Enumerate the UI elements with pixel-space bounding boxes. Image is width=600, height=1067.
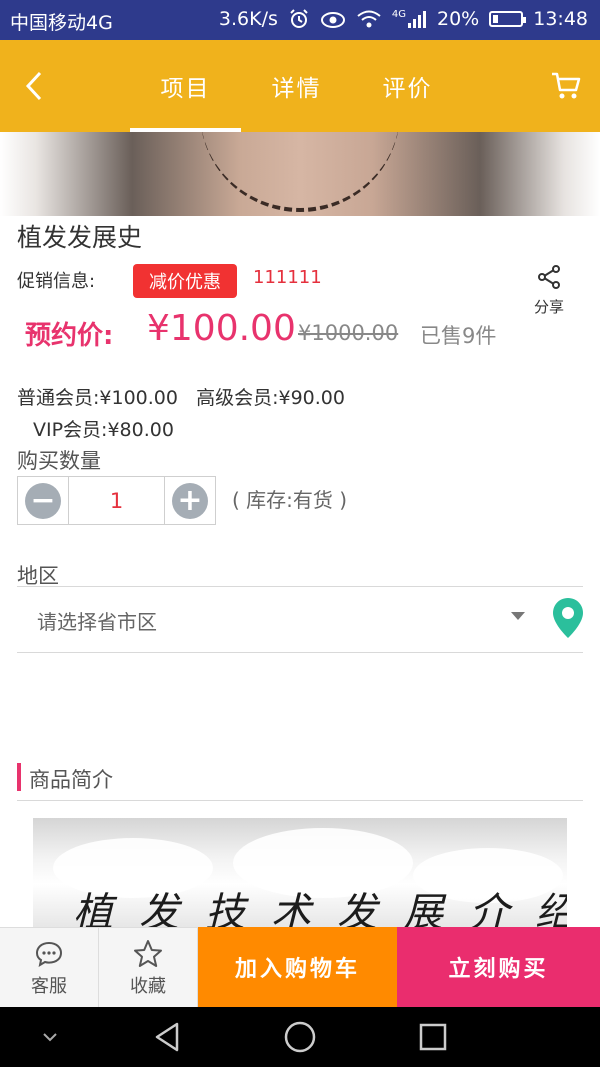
share-icon bbox=[538, 265, 560, 289]
tab-details[interactable]: 详情 bbox=[241, 40, 352, 132]
minus-icon: − bbox=[25, 482, 61, 519]
network-speed: 3.6K/s bbox=[218, 8, 278, 30]
tab-reviews[interactable]: 评价 bbox=[352, 40, 463, 132]
product-title: 植发发展史 bbox=[17, 223, 143, 252]
preorder-label: 预约价: bbox=[25, 321, 114, 351]
clock: 13:48 bbox=[533, 8, 588, 30]
promo-code: 111111 bbox=[253, 267, 322, 288]
quantity-value[interactable]: 1 bbox=[68, 477, 165, 524]
region-placeholder: 请选择省市区 bbox=[37, 610, 157, 634]
network-type: 4G bbox=[391, 9, 406, 20]
nav-back-button[interactable] bbox=[147, 1019, 187, 1055]
customer-service-button[interactable]: 客服 bbox=[0, 927, 99, 1007]
cart-button[interactable] bbox=[546, 64, 586, 108]
sold-count: 已售9件 bbox=[420, 324, 497, 348]
share-button[interactable]: 分享 bbox=[528, 264, 570, 318]
battery-level bbox=[493, 15, 499, 23]
status-bar: 中国移动4G 3.6K/s 4G 20% 13:48 bbox=[0, 0, 600, 40]
calligraphy-text: 植发技术发展介绍 bbox=[73, 890, 567, 928]
location-button[interactable] bbox=[550, 596, 586, 640]
nav-home-button[interactable] bbox=[280, 1019, 320, 1055]
hide-nav-button[interactable] bbox=[30, 1019, 70, 1055]
chevron-left-icon bbox=[25, 71, 42, 101]
bottom-action-bar: 客服 收藏 加入购物车 立刻购买 bbox=[0, 927, 600, 1007]
member-prices: 普通会员:¥100.00 高级会员:¥90.00 bbox=[17, 387, 345, 409]
system-nav-bar bbox=[0, 1007, 600, 1067]
divider bbox=[17, 586, 583, 587]
divider bbox=[17, 652, 583, 653]
star-icon bbox=[133, 938, 163, 970]
tab-bar: 项目 详情 评价 bbox=[130, 40, 463, 132]
stock-status: ( 库存:有货 ) bbox=[232, 488, 348, 512]
promo-badge: 减价优惠 bbox=[133, 264, 237, 298]
section-accent-bar bbox=[17, 763, 21, 791]
location-pin-icon bbox=[553, 598, 583, 638]
chevron-down-icon bbox=[43, 1033, 57, 1042]
battery-icon bbox=[489, 11, 527, 27]
favorite-button[interactable]: 收藏 bbox=[99, 927, 198, 1007]
chat-icon bbox=[34, 938, 64, 970]
add-to-cart-button[interactable]: 加入购物车 bbox=[198, 927, 397, 1007]
photo-detail bbox=[200, 132, 400, 212]
square-recents-icon bbox=[419, 1023, 447, 1051]
product-photo bbox=[0, 132, 600, 216]
section-title: 商品简介 bbox=[29, 768, 113, 792]
battery-percent: 20% bbox=[437, 8, 480, 30]
promo-label: 促销信息: bbox=[17, 271, 96, 292]
wifi-icon bbox=[356, 9, 382, 29]
price: ¥100.00 bbox=[147, 308, 296, 349]
nav-recents-button[interactable] bbox=[413, 1019, 453, 1055]
region-select[interactable]: 请选择省市区 bbox=[17, 590, 533, 650]
decrease-button[interactable]: − bbox=[18, 477, 68, 524]
vip-price: VIP会员:¥80.00 bbox=[33, 419, 174, 441]
intro-image: 植发技术发展介绍 bbox=[33, 818, 567, 928]
top-nav-bar: 项目 详情 评价 bbox=[0, 40, 600, 132]
customer-service-label: 客服 bbox=[31, 975, 67, 997]
circle-home-icon bbox=[284, 1021, 316, 1053]
status-icons: 3.6K/s 4G 20% 13:48 bbox=[219, 8, 588, 30]
signal-icon: 4G bbox=[392, 9, 427, 29]
plus-icon: + bbox=[172, 482, 208, 519]
back-button[interactable] bbox=[14, 64, 54, 108]
share-label: 分享 bbox=[533, 298, 564, 316]
carrier-label: 中国移动4G bbox=[10, 12, 113, 34]
cart-icon bbox=[552, 72, 581, 99]
original-price: ¥1000.00 bbox=[298, 321, 399, 345]
buy-now-button[interactable]: 立刻购买 bbox=[397, 927, 600, 1007]
favorite-label: 收藏 bbox=[130, 975, 166, 997]
dropdown-caret-icon bbox=[511, 612, 525, 620]
quantity-label: 购买数量 bbox=[17, 449, 101, 473]
increase-button[interactable]: + bbox=[165, 477, 215, 524]
triangle-back-icon bbox=[155, 1022, 179, 1052]
alarm-icon bbox=[288, 8, 310, 30]
tab-project[interactable]: 项目 bbox=[130, 40, 241, 132]
eye-icon bbox=[320, 9, 346, 29]
quantity-stepper: − 1 + bbox=[17, 476, 216, 525]
divider bbox=[17, 800, 583, 801]
